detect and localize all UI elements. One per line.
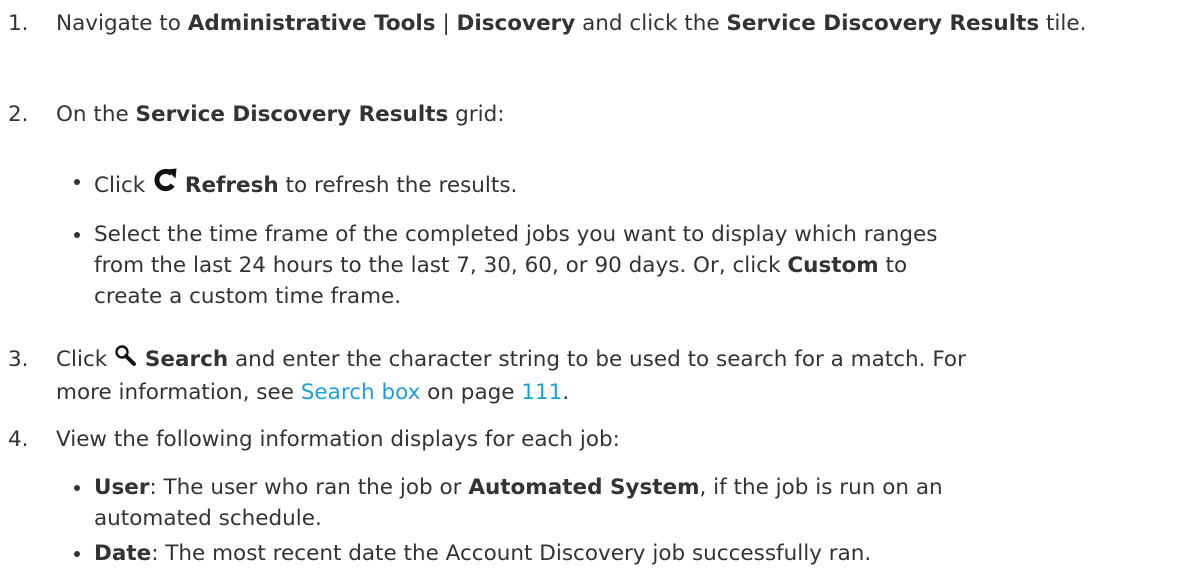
field-name-date: Date	[94, 541, 152, 566]
step-text: Click Search and enter the character str…	[56, 344, 1166, 408]
step-number: 1.	[8, 11, 29, 36]
field-name-user: User	[94, 475, 150, 500]
refresh-icon	[152, 166, 178, 203]
step-number: 3.	[8, 347, 29, 372]
step-number: 2.	[8, 102, 29, 127]
tile-name: Service Discovery Results	[726, 11, 1040, 36]
step-text: On the Service Discovery Results grid:	[56, 102, 505, 127]
grid-name: Service Discovery Results	[135, 102, 449, 127]
search-icon	[114, 344, 138, 377]
menu-path-discovery: Discovery	[456, 11, 576, 36]
menu-path-administrative-tools: Administrative Tools	[187, 11, 436, 36]
automated-system-label: Automated System	[468, 475, 700, 500]
step-number: 4.	[8, 427, 29, 452]
step-text: Navigate to Administrative Tools | Disco…	[56, 11, 1087, 36]
bullet-dot	[74, 485, 80, 491]
refresh-label: Refresh	[184, 173, 279, 198]
bullet-dot	[74, 551, 80, 557]
bullet-dot	[74, 179, 80, 185]
page-link[interactable]: 111	[521, 380, 562, 405]
step-text: View the following information displays …	[56, 427, 620, 452]
bullet-dot	[74, 232, 80, 238]
search-label: Search	[144, 347, 229, 372]
search-box-link[interactable]: Search box	[301, 380, 421, 405]
custom-label: Custom	[787, 253, 879, 278]
